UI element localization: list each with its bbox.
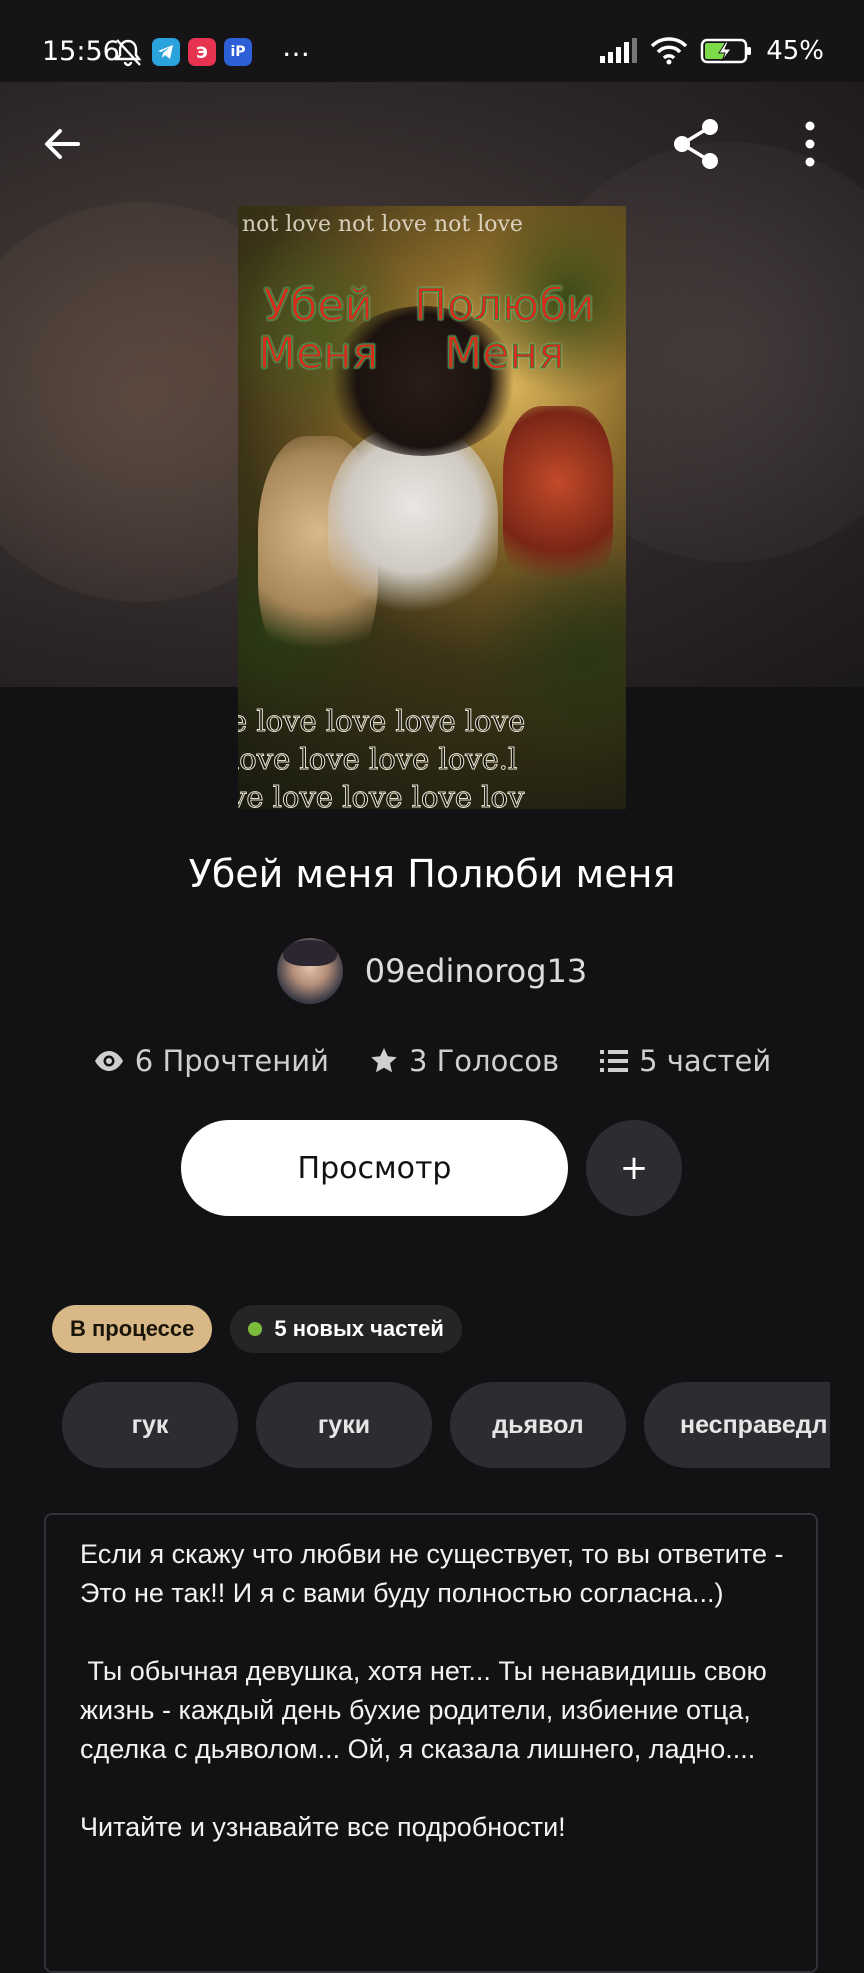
more-options-button[interactable] [794,118,826,170]
status-notification-icons: Э iP [112,36,252,68]
battery-charging-icon [700,38,752,64]
more-vertical-icon [805,121,815,167]
cover-title-right: Полюби Меня [414,280,596,379]
share-icon [674,119,718,169]
votes-count: 3 Голосов [408,1044,560,1078]
parts-stat: 5 частей [599,1044,771,1078]
app-blue-icon: iP [224,38,252,66]
story-description: Если я скажу что любви не существует, то… [80,1539,784,1842]
votes-stat: 3 Голосов [369,1044,559,1078]
share-button[interactable] [668,116,724,172]
add-to-library-button[interactable]: + [586,1120,682,1216]
cover-top-text: not love not love not love [242,212,523,237]
author-avatar[interactable] [276,938,343,1004]
signal-icon [600,38,638,63]
status-system-icons: 45% [598,36,824,66]
parts-count: 5 частей [639,1044,772,1078]
author-name[interactable]: 09edinorog13 [365,952,588,990]
list-icon [600,1050,629,1072]
arrow-left-icon [45,129,80,159]
status-bar: 15:56 Э iP … 45% [0,0,864,82]
view-button[interactable]: Просмотр [181,1120,568,1216]
telegram-icon [152,38,180,66]
app-red-icon: Э [188,38,216,66]
status-badges: В процессе 5 новых частей [52,1305,462,1353]
story-cover-image[interactable]: not love not love not love Убей Меня Пол… [238,206,626,809]
tag-chip[interactable]: дьявол [450,1382,626,1468]
tag-chip[interactable]: гук [62,1382,238,1468]
story-stats: 6 Прочтений 3 Голосов 5 частей [0,1044,864,1078]
status-badge: В процессе [52,1305,213,1353]
tag-chip[interactable]: несправедл [644,1382,830,1468]
tags-list: гук гуки дьявол несправедл [62,1382,830,1468]
back-button[interactable] [38,120,86,168]
battery-percent: 45% [766,36,824,66]
cover-bottom-text: e love love love love love love love lov… [238,704,526,810]
reads-stat: 6 Прочтений [93,1044,329,1078]
new-indicator-dot [248,1322,263,1336]
author-row[interactable]: 09edinorog13 [0,938,864,1004]
status-more-notifications: … [282,30,312,63]
tags-scroller[interactable]: гук гуки дьявол несправедл [62,1382,830,1468]
description-box: Если я скажу что любви не существует, то… [44,1513,818,1973]
new-parts-badge: 5 новых частей [230,1305,462,1353]
tag-chip[interactable]: гуки [256,1382,432,1468]
wifi-icon [650,37,688,65]
story-title: Убей меня Полюби меня [188,852,676,896]
eye-icon [94,1051,123,1071]
cover-title-left: Убей Меня [257,280,379,379]
star-icon [371,1048,397,1073]
status-time: 15:56 [42,36,120,67]
new-parts-label: 5 новых частей [274,1316,444,1341]
reads-count: 6 Прочтений [134,1044,329,1078]
silent-bell-icon [114,39,142,67]
